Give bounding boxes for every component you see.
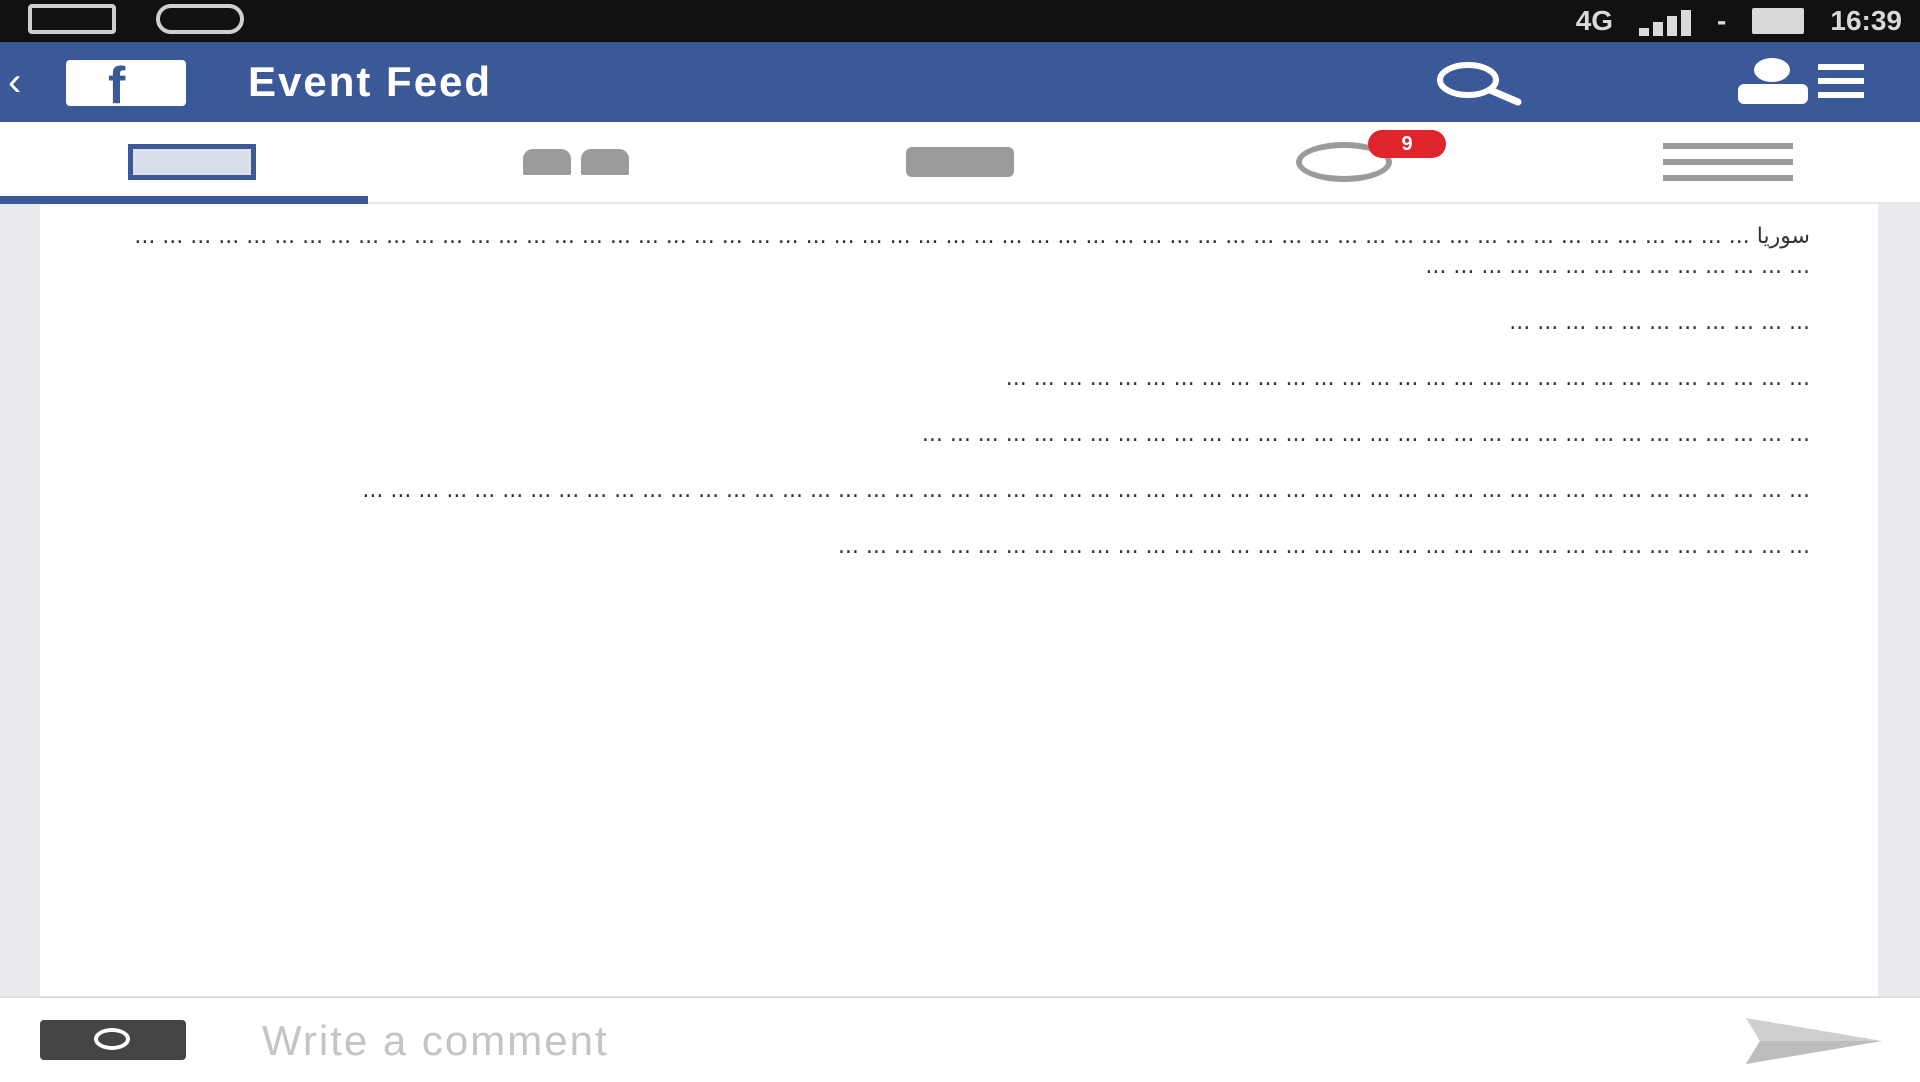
post-paragraph: سوريا ... ... ... ... ... ... ... ... ..…	[134, 224, 1810, 279]
carrier-label: -	[1717, 5, 1727, 36]
friend-requests-icon[interactable]	[1720, 56, 1868, 106]
messages-icon	[906, 147, 1014, 177]
tab-news-feed[interactable]	[0, 122, 384, 202]
logo-text: f	[108, 57, 126, 115]
facebook-logo[interactable]: f	[66, 57, 186, 115]
notification-badge: 9	[1368, 130, 1446, 158]
app-header: ‹ f Event Feed	[0, 42, 1920, 122]
status-bar: 4G - 16:39	[0, 0, 1920, 42]
signal-icon	[1639, 6, 1692, 36]
news-feed-icon	[128, 144, 256, 180]
tab-messages[interactable]	[768, 122, 1152, 202]
tab-notifications[interactable]: 9	[1152, 122, 1536, 202]
post-paragraph: ... ... ... ... ... ... ... ... ... ... …	[837, 534, 1810, 559]
post-content-area: سوريا ... ... ... ... ... ... ... ... ..…	[0, 204, 1920, 996]
menu-icon	[1663, 143, 1793, 181]
post-paragraph: ... ... ... ... ... ... ... ... ... ... …	[1005, 366, 1810, 391]
search-icon[interactable]	[1432, 60, 1524, 106]
page-title: Event Feed	[248, 58, 493, 105]
send-icon[interactable]	[1740, 1014, 1888, 1068]
clock: 16:39	[1830, 5, 1902, 36]
post-paragraph: ... ... ... ... ... ... ... ... ... ... …	[362, 478, 1810, 503]
globe-icon: 9	[1296, 130, 1446, 182]
back-chevron-icon[interactable]: ‹	[8, 60, 21, 104]
tab-friends[interactable]	[384, 122, 768, 202]
active-tab-indicator	[0, 196, 368, 204]
tab-bar: 9	[0, 122, 1920, 204]
whatsapp-icon	[156, 4, 244, 34]
battery-icon	[1752, 8, 1805, 34]
tab-more[interactable]	[1536, 122, 1920, 202]
camera-icon[interactable]	[40, 1020, 186, 1060]
comment-input[interactable]	[260, 1014, 1464, 1068]
notification-box-icon	[28, 4, 116, 34]
friends-icon	[523, 149, 629, 175]
post-text: سوريا ... ... ... ... ... ... ... ... ..…	[110, 222, 1810, 588]
left-gutter	[0, 204, 40, 996]
post-paragraph: ... ... ... ... ... ... ... ... ... ... …	[921, 422, 1810, 447]
scrollbar[interactable]	[1878, 204, 1920, 996]
network-label: 4G	[1575, 5, 1614, 36]
post-paragraph: ... ... ... ... ... ... ... ... ... ... …	[1509, 310, 1810, 335]
comment-bar	[0, 996, 1920, 1082]
